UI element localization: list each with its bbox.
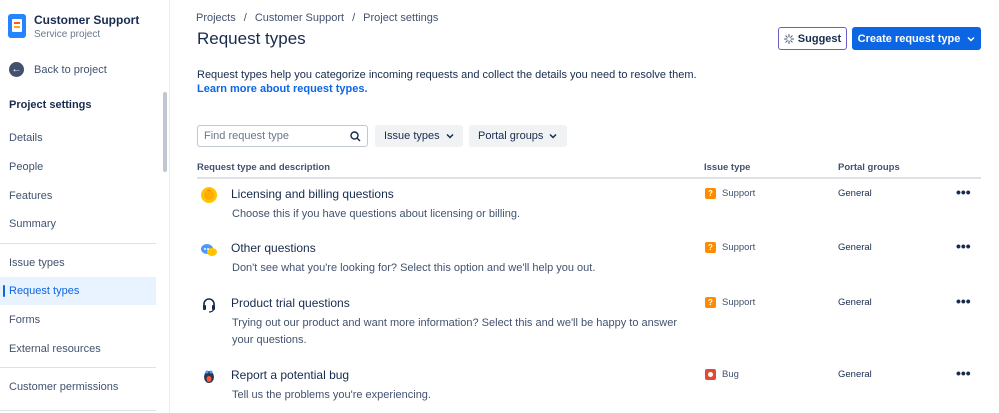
issue-type-cell: ? Support <box>705 297 755 308</box>
sidebar-divider <box>0 410 156 411</box>
more-actions-button[interactable]: ••• <box>956 184 971 200</box>
back-to-project-link[interactable]: ← Back to project <box>9 62 107 77</box>
column-header-issue-type: Issue type <box>704 162 751 173</box>
issue-type-label: Support <box>722 188 756 199</box>
breadcrumb-customer-support[interactable]: Customer Support <box>255 12 344 24</box>
issue-type-label: Support <box>722 297 756 308</box>
issue-types-filter[interactable]: Issue types <box>375 125 463 147</box>
sidebar-item-details[interactable]: Details <box>0 124 156 152</box>
sparkle-icon <box>783 33 794 44</box>
sidebar-item-people[interactable]: People <box>0 153 156 181</box>
portal-group-cell: General <box>838 297 872 308</box>
support-issue-icon: ? <box>705 188 716 199</box>
breadcrumb-separator: / <box>352 12 356 24</box>
sidebar-divider <box>0 243 156 244</box>
portal-groups-filter[interactable]: Portal groups <box>469 125 567 147</box>
project-avatar-icon <box>8 14 26 38</box>
search-icon <box>350 130 361 141</box>
request-type-description: Trying out our product and want more inf… <box>232 317 677 346</box>
portal-group-cell: General <box>838 242 872 253</box>
chevron-down-icon <box>967 36 975 42</box>
breadcrumb: Projects / Customer Support / Project se… <box>196 12 438 24</box>
portal-group-cell: General <box>838 188 872 199</box>
issue-type-label: Support <box>722 242 756 253</box>
request-type-title[interactable]: Product trial questions <box>231 296 350 310</box>
intro-text: Request types help you categorize incomi… <box>197 69 697 81</box>
project-name: Customer Support <box>34 13 140 27</box>
portal-group-cell: General <box>838 369 872 380</box>
request-type-description: Tell us the problems you're experiencing… <box>232 389 431 401</box>
issue-types-filter-label: Issue types <box>384 130 440 142</box>
issue-type-cell: ? Support <box>705 188 755 199</box>
project-header[interactable]: Customer Support Service project <box>8 12 139 42</box>
learn-more-link[interactable]: Learn more about request types. <box>197 82 697 96</box>
issue-type-label: Bug <box>722 369 739 380</box>
bug-issue-icon <box>705 369 716 380</box>
chat-icon <box>200 241 218 259</box>
support-issue-icon: ? <box>705 242 716 253</box>
arrow-left-icon: ← <box>9 62 24 77</box>
headset-icon <box>200 296 218 314</box>
column-header-request-type: Request type and description <box>197 162 331 173</box>
sidebar-item-features[interactable]: Features <box>0 182 156 210</box>
sidebar-scrollbar[interactable] <box>163 92 167 172</box>
sidebar-item-forms[interactable]: Forms <box>0 306 156 334</box>
sidebar-item-external-resources[interactable]: External resources <box>0 335 156 363</box>
issue-type-cell: ? Support <box>705 242 755 253</box>
breadcrumb-projects[interactable]: Projects <box>196 12 236 24</box>
create-request-type-button[interactable]: Create request type <box>852 27 981 50</box>
request-type-title[interactable]: Other questions <box>231 241 316 255</box>
request-type-description: Don't see what you're looking for? Selec… <box>232 262 596 274</box>
request-type-description: Choose this if you have questions about … <box>232 208 521 220</box>
more-actions-button[interactable]: ••• <box>956 293 971 309</box>
breadcrumb-project-settings[interactable]: Project settings <box>363 12 438 24</box>
coin-icon <box>200 186 218 204</box>
back-label: Back to project <box>34 63 107 76</box>
sidebar-item-issue-types[interactable]: Issue types <box>0 249 156 277</box>
breadcrumb-separator: / <box>243 12 247 24</box>
suggest-button[interactable]: Suggest <box>778 27 847 50</box>
sidebar-item-customer-permissions[interactable]: Customer permissions <box>0 373 156 401</box>
sidebar-divider <box>0 367 156 368</box>
table-header-divider <box>197 177 981 179</box>
sidebar-item-summary[interactable]: Summary <box>0 210 156 238</box>
suggest-label: Suggest <box>797 32 842 45</box>
sidebar: Customer Support Service project ← Back … <box>0 0 170 413</box>
portal-groups-filter-label: Portal groups <box>478 130 544 142</box>
page-title: Request types <box>197 29 306 48</box>
bug-icon <box>200 367 218 385</box>
more-actions-button[interactable]: ••• <box>956 365 971 381</box>
request-type-title[interactable]: Report a potential bug <box>231 368 349 382</box>
chevron-down-icon <box>446 133 454 139</box>
issue-type-cell: Bug <box>705 369 739 380</box>
chevron-down-icon <box>549 133 557 139</box>
sidebar-item-request-types[interactable]: Request types <box>0 277 156 305</box>
support-issue-icon: ? <box>705 297 716 308</box>
create-label: Create request type <box>857 32 961 45</box>
project-type: Service project <box>34 29 101 40</box>
search-input[interactable]: Find request type <box>197 125 368 147</box>
column-header-portal-groups: Portal groups <box>838 162 900 173</box>
more-actions-button[interactable]: ••• <box>956 238 971 254</box>
intro: Request types help you categorize incomi… <box>197 68 697 96</box>
section-title: Project settings <box>9 99 92 111</box>
search-placeholder: Find request type <box>204 130 289 142</box>
request-type-title[interactable]: Licensing and billing questions <box>231 187 394 201</box>
